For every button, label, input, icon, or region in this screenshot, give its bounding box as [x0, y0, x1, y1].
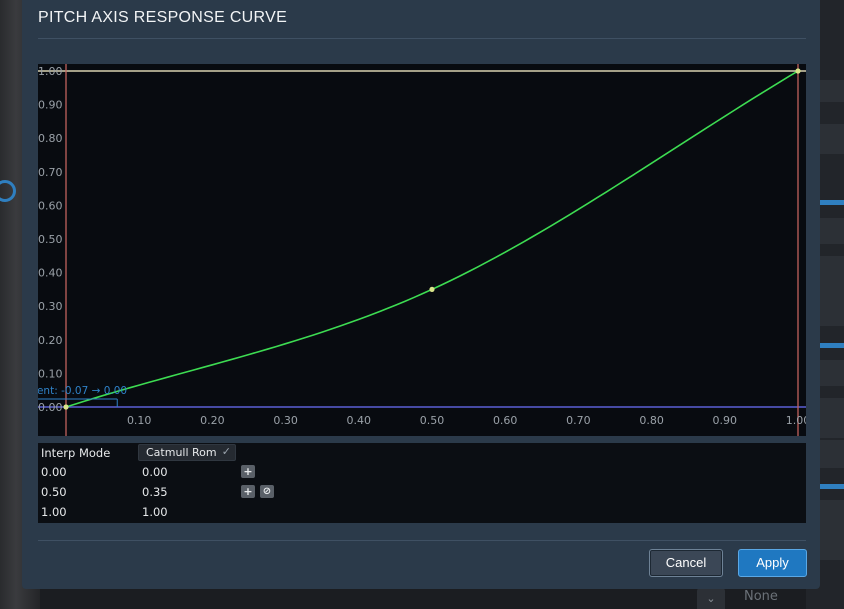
- x-tick-label: 0.60: [493, 414, 518, 427]
- cancel-button[interactable]: Cancel: [649, 549, 723, 577]
- x-tick-label: 0.10: [127, 414, 152, 427]
- key-row: 0.00 0.00 +: [38, 463, 806, 483]
- x-tick-label: 0.70: [566, 414, 591, 427]
- y-tick-label: 1.00: [38, 65, 63, 78]
- background-none-label: None: [744, 589, 778, 604]
- x-tick-label: 0.20: [200, 414, 225, 427]
- x-tick-label: 1.00: [786, 414, 806, 427]
- key-input-value[interactable]: 0.00: [41, 465, 67, 479]
- curve-key-point[interactable]: [795, 68, 801, 74]
- interp-mode-value: Catmull Rom: [146, 446, 217, 459]
- add-key-icon[interactable]: +: [241, 485, 255, 498]
- footer-divider: [38, 540, 806, 541]
- apply-button[interactable]: Apply: [738, 549, 807, 577]
- y-tick-label: 0.30: [38, 300, 63, 313]
- key-output-value[interactable]: 0.35: [142, 485, 168, 499]
- key-output-value[interactable]: 1.00: [142, 505, 168, 519]
- y-tick-label: 0.10: [38, 367, 63, 380]
- plot-background: [38, 64, 806, 436]
- interp-mode-label: Interp Mode: [41, 446, 111, 460]
- key-input-value[interactable]: 0.50: [41, 485, 67, 499]
- y-tick-label: 0.60: [38, 199, 63, 212]
- y-tick-label: 0.50: [38, 233, 63, 246]
- remove-key-icon[interactable]: ⊘: [260, 485, 274, 498]
- x-tick-label: 0.30: [273, 414, 298, 427]
- curve-key-point[interactable]: [63, 404, 69, 410]
- y-tick-label: 0.90: [38, 99, 63, 112]
- key-row: 0.50 0.35 + ⊘: [38, 483, 806, 503]
- x-tick-label: 0.80: [639, 414, 664, 427]
- current-readout-label: Current: -0.07 → 0.00: [38, 385, 127, 397]
- key-output-value[interactable]: 0.00: [142, 465, 168, 479]
- response-curve-plot[interactable]: 0.00 0.10 0.20 0.30 0.40 0.50 0.60 0.70 0.80 0.90…: [38, 64, 806, 436]
- dialog-title: PITCH AXIS RESPONSE CURVE: [38, 9, 288, 26]
- y-tick-label: 0.80: [38, 132, 63, 145]
- interp-mode-select[interactable]: Catmull Rom ✓: [138, 444, 236, 461]
- chevron-down-icon: ✓: [221, 445, 231, 458]
- y-tick-label: 0.40: [38, 267, 63, 280]
- key-row: 1.00 1.00: [38, 503, 806, 523]
- y-tick-label: 0.20: [38, 334, 63, 347]
- x-tick-label: 0.40: [347, 414, 372, 427]
- key-table: Interp Mode Catmull Rom ✓ 0.00 0.00 +0.50 0…: [38, 443, 806, 523]
- curve-key-point[interactable]: [429, 286, 435, 292]
- key-input-value[interactable]: 1.00: [41, 505, 67, 519]
- x-tick-label: 0.50: [420, 414, 445, 427]
- response-curve-chart[interactable]: 0.00 0.10 0.20 0.30 0.40 0.50 0.60 0.70 0.80 0.90…: [38, 64, 806, 436]
- background-ring-icon: [0, 180, 16, 202]
- y-tick-label: 0.70: [38, 166, 63, 179]
- response-curve-dialog: PITCH AXIS RESPONSE CURVE 0.00 0.10 0.20 0.…: [22, 0, 820, 589]
- y-tick-label: 0.00: [38, 401, 63, 414]
- title-divider: [38, 38, 806, 39]
- background-chevron-down-icon[interactable]: ⌄: [697, 588, 725, 609]
- x-tick-label: 0.90: [713, 414, 738, 427]
- add-key-icon[interactable]: +: [241, 465, 255, 478]
